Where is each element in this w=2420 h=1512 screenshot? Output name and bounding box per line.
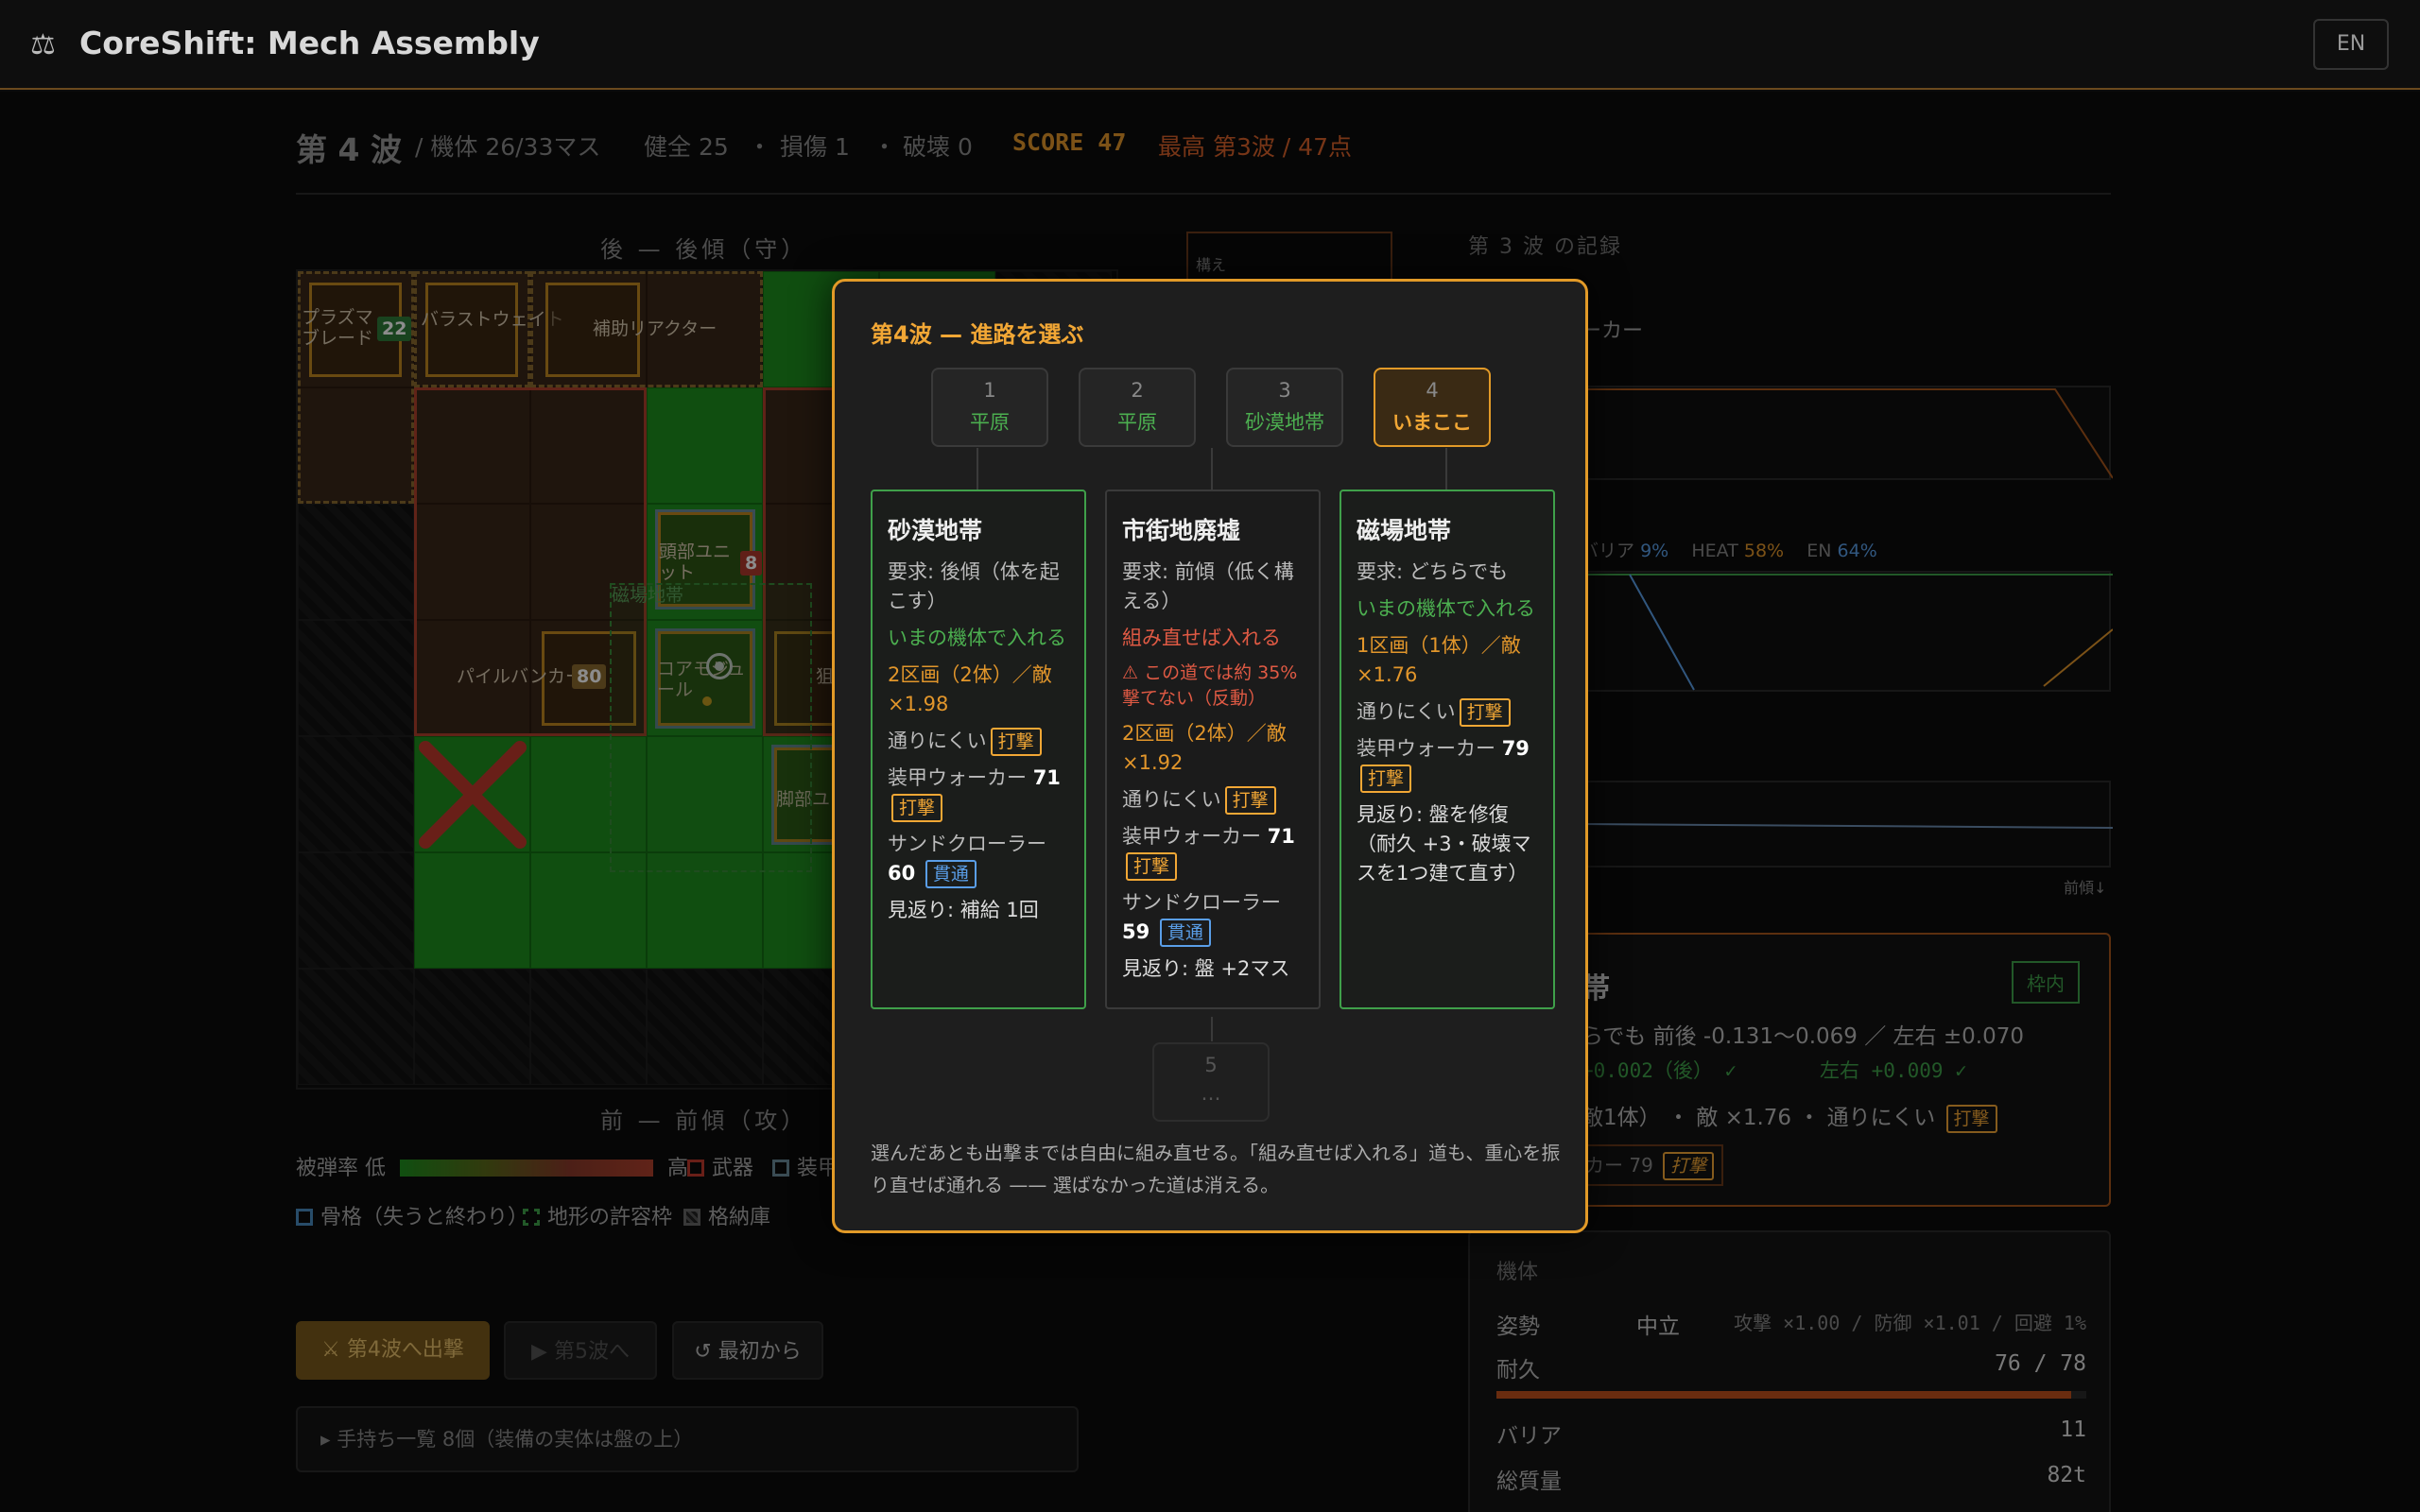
route-enemy: 装甲ウォーカー 79 打撃 [1357, 734, 1538, 793]
passability-text: 通りにくい [888, 730, 987, 752]
strike-tag: 打撃 [1224, 786, 1276, 815]
route-connector [1211, 448, 1213, 490]
top-bar: ⚖ CoreShift: Mech Assembly EN [0, 0, 2420, 90]
route-enemy: サンドクローラー 60 貫通 [888, 830, 1069, 888]
route-enemy: 装甲ウォーカー 71 打撃 [888, 764, 1069, 822]
node-number: 1 [983, 379, 996, 402]
node-terrain: … [1201, 1082, 1221, 1105]
dialog-note: 選んだあとも出撃までは自由に組み直せる。「組み直せば入れる」道も、重心を振り直せ… [871, 1142, 1561, 1196]
node-number: 3 [1278, 379, 1291, 402]
route-enemy: 装甲ウォーカー 71 打撃 [1122, 822, 1304, 881]
route-passability: 通りにくい 打撃 [1357, 697, 1538, 727]
route-option-desert[interactable]: 砂漠地帯 要求: 後傾（体を起こす） いまの機体で入れる 2区画（2体）／敵×1… [871, 490, 1086, 1009]
route-name: 磁場地帯 [1357, 517, 1452, 544]
enemy-name: サンドクローラー [888, 833, 1046, 855]
node-terrain: 平原 [1117, 411, 1157, 434]
route-name: 砂漠地帯 [888, 517, 983, 544]
strike-tag: 打撃 [891, 794, 943, 822]
node-number: 4 [1426, 379, 1439, 402]
route-fit: いまの機体で入れる [888, 627, 1066, 649]
enemy-name: 装甲ウォーカー [888, 766, 1027, 789]
route-requirement: 要求: どちらでも [1357, 560, 1509, 583]
strike-tag: 打撃 [1459, 698, 1511, 727]
route-zones: 2区画（2体）／敵×1.98 [888, 663, 1052, 715]
node-terrain: 砂漠地帯 [1245, 411, 1324, 434]
enemy-value: 71 [1032, 766, 1061, 789]
route-node-next: 5 … [1152, 1042, 1270, 1122]
enemy-name: 装甲ウォーカー [1122, 825, 1261, 848]
route-connector [1211, 1017, 1213, 1041]
route-reward: 見返り: 補給 1回 [888, 899, 1039, 921]
route-node-3: 3 砂漠地帯 [1226, 368, 1343, 447]
enemy-value: 79 [1501, 737, 1530, 760]
passability-text: 通りにくい [1122, 788, 1221, 811]
enemy-name: 装甲ウォーカー [1357, 737, 1495, 760]
route-option-magnetic[interactable]: 磁場地帯 要求: どちらでも いまの機体で入れる 1区画（1体）／敵×1.76 … [1340, 490, 1555, 1009]
enemy-value: 60 [888, 862, 916, 885]
route-node-2: 2 平原 [1079, 368, 1196, 447]
route-warning: ⚠ この道では約 35% 撃てない（反動） [1122, 662, 1298, 709]
node-number: 2 [1131, 379, 1144, 402]
enemy-value: 71 [1267, 825, 1295, 848]
route-dialog: 第4波 — 進路を選ぶ 1 平原 2 平原 3 砂漠地帯 4 いまここ 砂漠地帯… [832, 279, 1588, 1233]
route-node-current: 4 いまここ [1374, 368, 1491, 447]
route-name: 市街地廃墟 [1122, 517, 1241, 544]
language-button[interactable]: EN [2313, 19, 2389, 70]
route-requirement: 要求: 後傾（体を起こす） [888, 560, 1060, 612]
route-connector [977, 448, 978, 490]
pierce-tag: 貫通 [1159, 919, 1211, 947]
route-node-1: 1 平原 [931, 368, 1048, 447]
node-terrain: いまここ [1392, 411, 1472, 434]
strike-tag: 打撃 [1126, 852, 1178, 881]
route-fit: 組み直せば入れる [1122, 627, 1281, 649]
route-connector [1445, 448, 1447, 490]
route-fit: いまの機体で入れる [1357, 597, 1535, 620]
route-reward: 見返り: 盤を修復（耐久 +3・破壊マスを1つ建て直す） [1357, 803, 1531, 885]
enemy-name: サンドクローラー [1122, 891, 1281, 914]
route-passability: 通りにくい 打撃 [888, 727, 1069, 756]
enemy-value: 59 [1122, 920, 1150, 943]
pierce-tag: 貫通 [925, 860, 977, 888]
app-title: CoreShift: Mech Assembly [79, 25, 540, 61]
route-requirement: 要求: 前傾（低く構える） [1122, 560, 1294, 612]
balance-icon: ⚖ [30, 28, 56, 61]
passability-text: 通りにくい [1357, 700, 1456, 723]
node-terrain: 平原 [970, 411, 1010, 434]
route-zones: 1区画（1体）／敵×1.76 [1357, 634, 1521, 686]
route-option-ruins[interactable]: 市街地廃墟 要求: 前傾（低く構える） 組み直せば入れる ⚠ この道では約 35… [1105, 490, 1321, 1009]
strike-tag: 打撃 [1360, 765, 1412, 793]
dialog-title: 第4波 — 進路を選ぶ [871, 321, 1084, 348]
route-passability: 通りにくい 打撃 [1122, 785, 1304, 815]
route-reward: 見返り: 盤 +2マス [1122, 957, 1290, 980]
strike-tag: 打撃 [990, 728, 1042, 756]
route-zones: 2区画（2体）／敵×1.92 [1122, 722, 1287, 774]
route-enemy: サンドクローラー 59 貫通 [1122, 888, 1304, 947]
node-number: 5 [1204, 1054, 1218, 1076]
